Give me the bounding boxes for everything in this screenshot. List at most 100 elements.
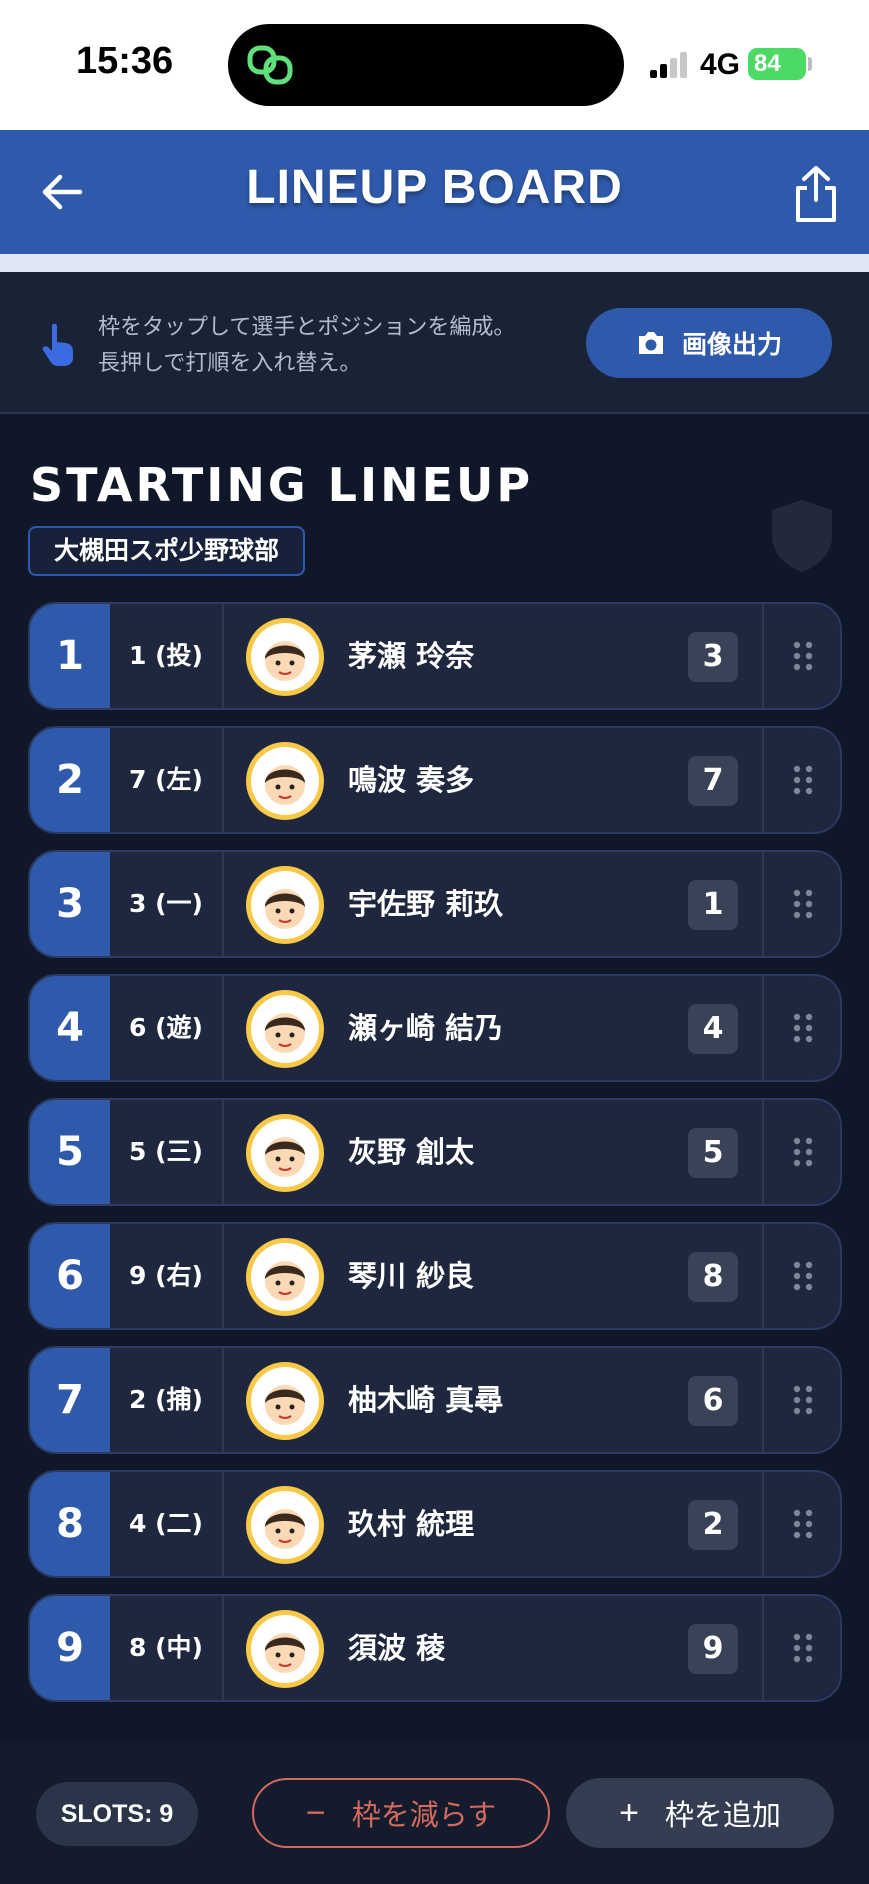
avatar: [246, 866, 324, 944]
batting-order: 4: [30, 976, 110, 1080]
drag-handle-icon[interactable]: [792, 1508, 814, 1540]
lineup-row[interactable]: 11 (投) 茅瀬 玲奈 3: [28, 602, 842, 710]
header-divider: [0, 254, 869, 272]
player-name[interactable]: 瀬ヶ崎 結乃: [348, 976, 503, 1080]
status-bar: 15:36 4G 84: [0, 0, 869, 130]
avatar: [246, 618, 324, 696]
avatar: [246, 1362, 324, 1440]
hand-pointer-icon: [42, 323, 73, 366]
lineup-row[interactable]: 55 (三) 灰野 創太 5: [28, 1098, 842, 1206]
uniform-number-badge: 1: [688, 880, 738, 930]
drag-handle-icon[interactable]: [792, 1136, 814, 1168]
app-indicator-icon: [247, 45, 293, 85]
batting-order: 3: [30, 852, 110, 956]
batting-order: 7: [30, 1348, 110, 1452]
shield-icon: [772, 500, 832, 572]
drag-cell[interactable]: [762, 1224, 840, 1328]
uniform-number-badge: 3: [688, 632, 738, 682]
drag-cell[interactable]: [762, 728, 840, 832]
avatar: [246, 1610, 324, 1688]
batting-order: 9: [30, 1596, 110, 1700]
export-image-button[interactable]: 画像出力: [586, 308, 832, 378]
status-time: 15:36: [76, 40, 174, 82]
avatar-icon: [251, 995, 319, 1063]
app-header: LINEUP BOARD: [0, 130, 869, 254]
player-name[interactable]: 柚木崎 真尋: [348, 1348, 503, 1452]
lineup-row[interactable]: 27 (左) 鳴波 奏多 7: [28, 726, 842, 834]
position-cell[interactable]: 3 (一): [110, 852, 224, 956]
player-name[interactable]: 玖村 統理: [348, 1472, 474, 1576]
drag-handle-icon[interactable]: [792, 1632, 814, 1664]
position-cell[interactable]: 6 (遊): [110, 976, 224, 1080]
lineup-row[interactable]: 98 (中) 須波 稜9: [28, 1594, 842, 1702]
avatar: [246, 1114, 324, 1192]
uniform-number-badge: 5: [688, 1128, 738, 1178]
drag-handle-icon[interactable]: [792, 640, 814, 672]
dynamic-island: [228, 24, 624, 106]
lineup-row[interactable]: 33 (一) 宇佐野 莉玖 1: [28, 850, 842, 958]
add-slot-button[interactable]: + 枠を追加: [566, 1778, 834, 1848]
avatar-icon: [251, 1615, 319, 1683]
player-name[interactable]: 鳴波 奏多: [348, 728, 474, 832]
lineup-row[interactable]: 72 (捕) 柚木崎 真尋 6: [28, 1346, 842, 1454]
team-name-badge: 大槻田スポ少野球部: [28, 526, 306, 576]
avatar-icon: [251, 871, 319, 939]
drag-handle-icon[interactable]: [792, 1384, 814, 1416]
slots-count-badge: SLOTS: 9: [36, 1782, 198, 1846]
remove-slot-button[interactable]: − 枠を減らす: [252, 1778, 550, 1848]
drag-handle-icon[interactable]: [792, 888, 814, 920]
position-cell[interactable]: 9 (右): [110, 1224, 224, 1328]
battery-icon: 84: [748, 48, 806, 80]
battery-tip: [808, 57, 812, 71]
camera-icon: [638, 332, 663, 354]
lineup-section: STARTING LINEUP 大槻田スポ少野球部 11 (投) 茅瀬 玲奈 3 2 7…: [0, 414, 869, 1740]
batting-order: 8: [30, 1472, 110, 1576]
drag-cell[interactable]: [762, 1100, 840, 1204]
avatar: [246, 742, 324, 820]
position-cell[interactable]: 4 (二): [110, 1472, 224, 1576]
instructions-line-1: 枠をタップして選手とポジションを編成。: [98, 315, 516, 340]
drag-cell[interactable]: [762, 852, 840, 956]
player-name[interactable]: 須波 稜: [348, 1596, 445, 1700]
avatar-icon: [251, 1119, 319, 1187]
lineup-row[interactable]: 46 (遊) 瀬ヶ崎 結乃 4: [28, 974, 842, 1082]
lineup-row[interactable]: 84 (二) 玖村 統理 2: [28, 1470, 842, 1578]
batting-order: 1: [30, 604, 110, 708]
plus-icon: +: [619, 1793, 639, 1832]
uniform-number-badge: 7: [688, 756, 738, 806]
player-name[interactable]: 宇佐野 莉玖: [348, 852, 503, 956]
player-name[interactable]: 茅瀬 玲奈: [348, 604, 474, 708]
drag-handle-icon[interactable]: [792, 1012, 814, 1044]
avatar: [246, 990, 324, 1068]
drag-cell[interactable]: [762, 976, 840, 1080]
batting-order: 6: [30, 1224, 110, 1328]
signal-icon: [650, 50, 692, 78]
avatar: [246, 1238, 324, 1316]
page-title: LINEUP BOARD: [246, 161, 623, 214]
position-cell[interactable]: 1 (投): [110, 604, 224, 708]
uniform-number-badge: 2: [688, 1500, 738, 1550]
player-name[interactable]: 琴川 紗良: [348, 1224, 474, 1328]
position-cell[interactable]: 2 (捕): [110, 1348, 224, 1452]
share-icon[interactable]: [790, 164, 842, 224]
drag-handle-icon[interactable]: [792, 764, 814, 796]
avatar-icon: [251, 623, 319, 691]
lineup-row[interactable]: 69 (右) 琴川 紗良 8: [28, 1222, 842, 1330]
position-cell[interactable]: 5 (三): [110, 1100, 224, 1204]
instructions-text: 枠をタップして選手とポジションを編成。 長押しで打順を入れ替え。: [98, 310, 578, 382]
avatar-icon: [251, 1243, 319, 1311]
minus-icon: −: [305, 1793, 326, 1832]
drag-cell[interactable]: [762, 1596, 840, 1700]
avatar-icon: [251, 1491, 319, 1559]
drag-cell[interactable]: [762, 1472, 840, 1576]
avatar-icon: [251, 1367, 319, 1435]
remove-slot-label: 枠を減らす: [351, 1800, 497, 1832]
avatar: [246, 1486, 324, 1564]
position-cell[interactable]: 7 (左): [110, 728, 224, 832]
drag-cell[interactable]: [762, 1348, 840, 1452]
player-name[interactable]: 灰野 創太: [348, 1100, 474, 1204]
drag-cell[interactable]: [762, 604, 840, 708]
drag-handle-icon[interactable]: [792, 1260, 814, 1292]
position-cell[interactable]: 8 (中): [110, 1596, 224, 1700]
battery-level: 84: [754, 50, 781, 77]
